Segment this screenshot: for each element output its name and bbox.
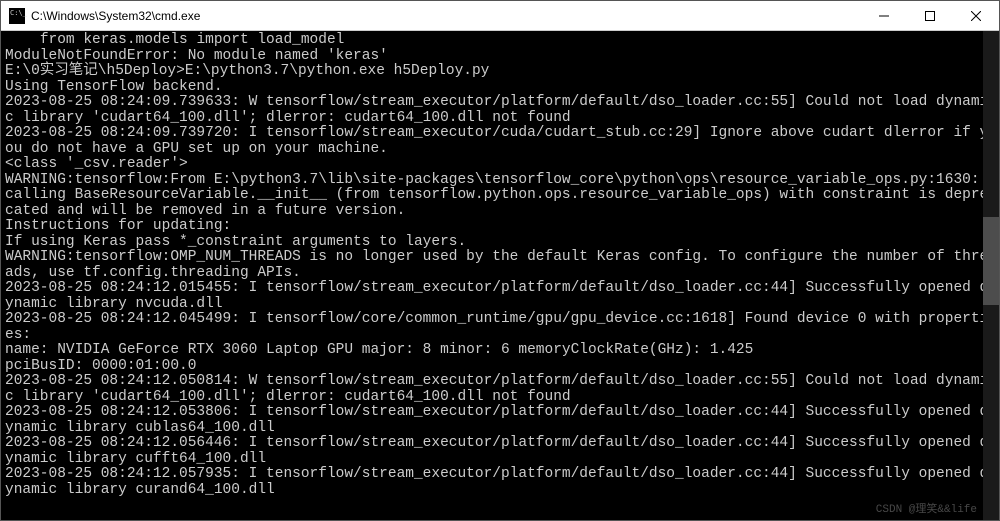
terminal-line: <class '_csv.reader'> <box>5 157 995 173</box>
terminal-line: If using Keras pass *_constraint argumen… <box>5 235 995 251</box>
close-button[interactable] <box>953 1 999 30</box>
terminal-line: 2023-08-25 08:24:12.050814: W tensorflow… <box>5 374 995 405</box>
watermark: CSDN @理笑&&life <box>876 503 977 519</box>
terminal-line: WARNING:tensorflow:From E:\python3.7\lib… <box>5 173 995 220</box>
terminal-line: Instructions for updating: <box>5 219 995 235</box>
terminal-line: 2023-08-25 08:24:12.053806: I tensorflow… <box>5 405 995 436</box>
window-title: C:\Windows\System32\cmd.exe <box>31 9 861 23</box>
terminal-output[interactable]: from keras.models import load_modelModul… <box>1 31 999 520</box>
terminal-line: 2023-08-25 08:24:09.739633: W tensorflow… <box>5 95 995 126</box>
terminal-line: E:\0实习笔记\h5Deploy>E:\python3.7\python.ex… <box>5 64 995 80</box>
scrollbar[interactable] <box>983 31 999 520</box>
terminal-line: WARNING:tensorflow:OMP_NUM_THREADS is no… <box>5 250 995 281</box>
terminal-line: 2023-08-25 08:24:09.739720: I tensorflow… <box>5 126 995 157</box>
minimize-button[interactable] <box>861 1 907 30</box>
terminal-line: 2023-08-25 08:24:12.056446: I tensorflow… <box>5 436 995 467</box>
maximize-button[interactable] <box>907 1 953 30</box>
cmd-window: C:\Windows\System32\cmd.exe from keras.m… <box>0 0 1000 521</box>
terminal-line: Using TensorFlow backend. <box>5 80 995 96</box>
cmd-icon <box>9 8 25 24</box>
terminal-line: name: NVIDIA GeForce RTX 3060 Laptop GPU… <box>5 343 995 359</box>
terminal-line: 2023-08-25 08:24:12.057935: I tensorflow… <box>5 467 995 498</box>
terminal-line: from keras.models import load_model <box>5 33 995 49</box>
terminal-line: pciBusID: 0000:01:00.0 <box>5 359 995 375</box>
titlebar[interactable]: C:\Windows\System32\cmd.exe <box>1 1 999 31</box>
terminal-line: ModuleNotFoundError: No module named 'ke… <box>5 49 995 65</box>
terminal-line: 2023-08-25 08:24:12.015455: I tensorflow… <box>5 281 995 312</box>
window-controls <box>861 1 999 30</box>
scrollbar-thumb[interactable] <box>983 217 999 305</box>
terminal-line: 2023-08-25 08:24:12.045499: I tensorflow… <box>5 312 995 343</box>
